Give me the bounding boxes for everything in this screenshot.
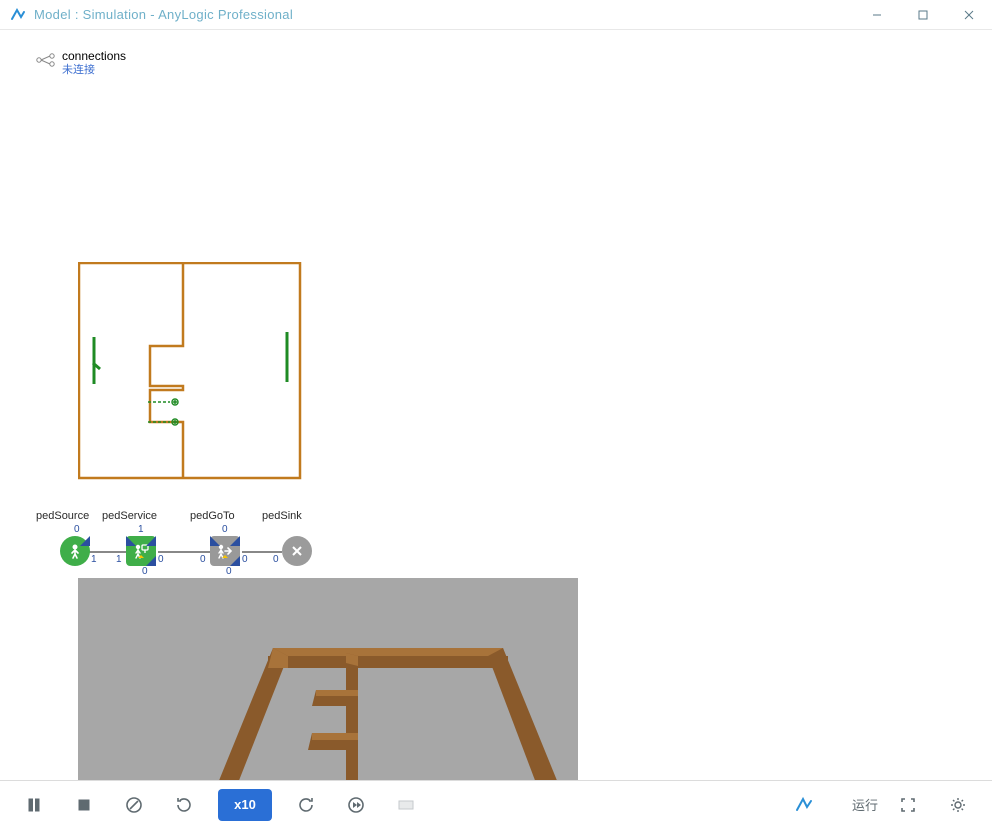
anylogic-logo-icon — [788, 789, 820, 821]
fast-forward-button[interactable] — [340, 789, 372, 821]
slow-down-button[interactable] — [168, 789, 200, 821]
minimize-button[interactable] — [854, 0, 900, 30]
speed-indicator[interactable]: x10 — [218, 789, 272, 821]
maximize-button[interactable] — [900, 0, 946, 30]
block-label-pedgoto: pedGoTo — [190, 510, 235, 522]
speed-label: x10 — [234, 797, 256, 812]
block-label-pedservice: pedService — [102, 510, 157, 522]
port-icon — [230, 556, 240, 566]
port-icon — [80, 536, 90, 546]
connector — [88, 551, 126, 553]
connections-indicator: connections 未连接 — [36, 50, 126, 77]
fullscreen-button[interactable] — [892, 789, 924, 821]
floorplan-2d[interactable] — [78, 262, 302, 480]
flowchart[interactable]: pedSource pedService pedGoTo pedSink 0 1… — [30, 510, 340, 580]
port-number: 0 — [158, 554, 164, 565]
port-number: 0 — [74, 524, 80, 535]
port-icon — [146, 556, 156, 566]
port-number: 0 — [200, 554, 206, 565]
settings-button[interactable] — [942, 789, 974, 821]
connector — [158, 551, 210, 553]
run-status: 运行 — [852, 795, 878, 814]
port-icon — [210, 536, 220, 546]
connections-icon — [36, 53, 56, 67]
connections-status: 未连接 — [62, 64, 95, 76]
block-pedsink[interactable] — [282, 536, 312, 566]
port-icon — [126, 536, 136, 546]
pause-button[interactable] — [18, 789, 50, 821]
app-logo-icon — [10, 7, 26, 23]
realtime-button[interactable] — [390, 789, 422, 821]
stop-button[interactable] — [68, 789, 100, 821]
speed-up-button[interactable] — [290, 789, 322, 821]
port-icon — [146, 536, 156, 546]
port-number: 0 — [226, 566, 232, 577]
port-number: 0 — [242, 554, 248, 565]
block-label-pedsink: pedSink — [262, 510, 302, 522]
view-3d[interactable] — [78, 578, 578, 783]
simulation-canvas[interactable]: connections 未连接 — [0, 30, 992, 780]
port-number: 0 — [142, 566, 148, 577]
close-button[interactable] — [946, 0, 992, 30]
port-number: 1 — [116, 554, 122, 565]
speed-x1-button[interactable] — [118, 789, 150, 821]
port-number: 1 — [138, 524, 144, 535]
window-title: Model : Simulation - AnyLogic Profession… — [34, 7, 293, 22]
port-number: 1 — [91, 554, 97, 565]
titlebar: Model : Simulation - AnyLogic Profession… — [0, 0, 992, 30]
port-icon — [230, 536, 240, 546]
block-label-pedsource: pedSource — [36, 510, 89, 522]
connector — [242, 551, 282, 553]
port-number: 0 — [273, 554, 279, 565]
sim-toolbar: x10 运行 — [0, 780, 992, 828]
port-number: 0 — [222, 524, 228, 535]
connections-label: connections — [62, 49, 126, 63]
